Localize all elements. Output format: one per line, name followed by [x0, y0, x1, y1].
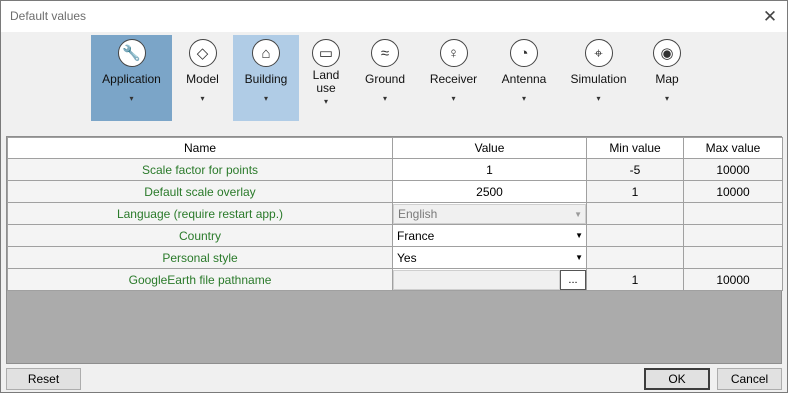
table-row: Default scale overlay 2500 1 10000: [7, 180, 783, 203]
column-header-value[interactable]: Value: [392, 137, 587, 159]
max-value: [683, 224, 783, 247]
row-name: Scale factor for points: [7, 158, 393, 181]
language-select: English ▼: [393, 203, 586, 224]
column-header-max[interactable]: Max value: [683, 137, 783, 159]
table-row: Scale factor for points 1 -5 10000: [7, 158, 783, 181]
max-value: 10000: [683, 158, 783, 181]
value-cell[interactable]: 2500: [392, 180, 587, 203]
chevron-down-icon: ▾: [129, 94, 134, 103]
file-path-field[interactable]: ...: [393, 269, 586, 290]
land-use-icon: ▭: [312, 39, 340, 67]
toolbar-model-button[interactable]: ◇ Model ▾: [179, 35, 226, 121]
table-row: Language (require restart app.) English …: [7, 202, 783, 225]
row-name: GoogleEarth file pathname: [7, 268, 393, 291]
value-cell[interactable]: 1: [392, 158, 587, 181]
toolbar-land-use-button[interactable]: ▭ Land use ▾: [305, 35, 347, 121]
table-row: Personal style Yes ▼: [7, 246, 783, 269]
toolbar-application-button[interactable]: 🔧 Application ▾: [91, 35, 172, 121]
column-header-min[interactable]: Min value: [586, 137, 684, 159]
table-row: Country France ▼: [7, 224, 783, 247]
toolbar-label: Application: [102, 72, 161, 86]
value-input[interactable]: 2500: [394, 185, 586, 199]
toolbar-label: Simulation: [570, 72, 627, 86]
row-name: Personal style: [7, 246, 393, 269]
chevron-down-icon: ▾: [664, 94, 669, 103]
min-value: [586, 246, 684, 269]
max-value: [683, 202, 783, 225]
map-icon: ◉: [653, 39, 681, 67]
row-name: Country: [7, 224, 393, 247]
values-grid-area: Name Value Min value Max value Scale fac…: [6, 136, 783, 364]
terrain-icon: ≈: [371, 39, 399, 67]
browse-button[interactable]: ...: [560, 269, 586, 290]
min-value: [586, 224, 684, 247]
cancel-button[interactable]: Cancel: [717, 368, 782, 390]
chevron-down-icon: ▾: [451, 94, 456, 103]
max-value: [683, 246, 783, 269]
select-value: France: [397, 228, 435, 243]
house-icon: ⌂: [252, 39, 280, 67]
ok-button[interactable]: OK: [644, 368, 710, 390]
toolbar-antenna-button[interactable]: ◔ Antenna ▾: [496, 35, 552, 121]
min-value: 1: [586, 268, 684, 291]
mesh-icon: ◇: [188, 39, 217, 67]
chevron-down-icon[interactable]: ▼: [575, 231, 583, 240]
chevron-down-icon: ▾: [596, 94, 601, 103]
max-value: 10000: [683, 268, 783, 291]
chevron-down-icon: ▾: [263, 94, 268, 103]
min-value: -5: [586, 158, 684, 181]
toolbar-label: Model: [186, 72, 219, 86]
toolbar-label: Ground: [364, 72, 406, 86]
select-value: Yes: [397, 250, 417, 265]
value-cell[interactable]: France ▼: [392, 224, 587, 247]
close-icon[interactable]: ✕: [753, 1, 787, 32]
toolbar-receiver-button[interactable]: ♀ Receiver ▾: [425, 35, 482, 121]
toolbar-label: Map: [655, 72, 679, 86]
row-name: Language (require restart app.): [7, 202, 393, 225]
category-toolbar: 🔧 Application ▾ ◇ Model ▾ ⌂ Building ▾ ▭…: [1, 32, 787, 132]
row-name: Default scale overlay: [7, 180, 393, 203]
toolbar-ground-button[interactable]: ≈ Ground ▾: [359, 35, 411, 121]
wrench-icon: 🔧: [117, 39, 146, 67]
window-title: Default values: [10, 9, 87, 23]
chevron-down-icon: ▾: [200, 94, 205, 103]
toolbar-map-button[interactable]: ◉ Map ▾: [647, 35, 687, 121]
toolbar-label: Receiver: [429, 72, 478, 86]
personal-style-select[interactable]: Yes ▼: [394, 248, 586, 268]
toolbar-label: Building: [244, 72, 288, 86]
column-header-name[interactable]: Name: [7, 137, 393, 159]
value-input[interactable]: 1: [394, 163, 586, 177]
antenna-icon: ◔: [510, 39, 538, 67]
chevron-down-icon: ▾: [521, 94, 526, 103]
select-value: English: [398, 206, 438, 221]
values-grid: Name Value Min value Max value Scale fac…: [7, 137, 783, 291]
chevron-down-icon: ▼: [574, 209, 582, 219]
title-bar: Default values ✕: [1, 1, 787, 32]
value-cell[interactable]: Yes ▼: [392, 246, 587, 269]
file-path-input[interactable]: [393, 269, 560, 290]
toolbar-label: Antenna: [501, 72, 547, 86]
chevron-down-icon: ▾: [382, 94, 387, 103]
receiver-icon: ♀: [439, 39, 468, 67]
reset-button[interactable]: Reset: [6, 368, 81, 390]
min-value: [586, 202, 684, 225]
chevron-down-icon: ▾: [323, 97, 328, 106]
default-values-dialog: Default values ✕ 🔧 Application ▾ ◇ Model…: [0, 0, 788, 393]
value-cell: English ▼: [392, 202, 587, 225]
toolbar-simulation-button[interactable]: ⌖ Simulation ▾: [567, 35, 630, 121]
country-select[interactable]: France ▼: [394, 226, 586, 246]
toolbar-building-button[interactable]: ⌂ Building ▾: [233, 35, 299, 121]
table-row: GoogleEarth file pathname ... 1 10000: [7, 268, 783, 291]
max-value: 10000: [683, 180, 783, 203]
value-cell[interactable]: ...: [392, 268, 587, 291]
simulation-icon: ⌖: [584, 39, 613, 67]
chevron-down-icon[interactable]: ▼: [575, 253, 583, 262]
min-value: 1: [586, 180, 684, 203]
toolbar-label: Land use: [312, 68, 340, 95]
